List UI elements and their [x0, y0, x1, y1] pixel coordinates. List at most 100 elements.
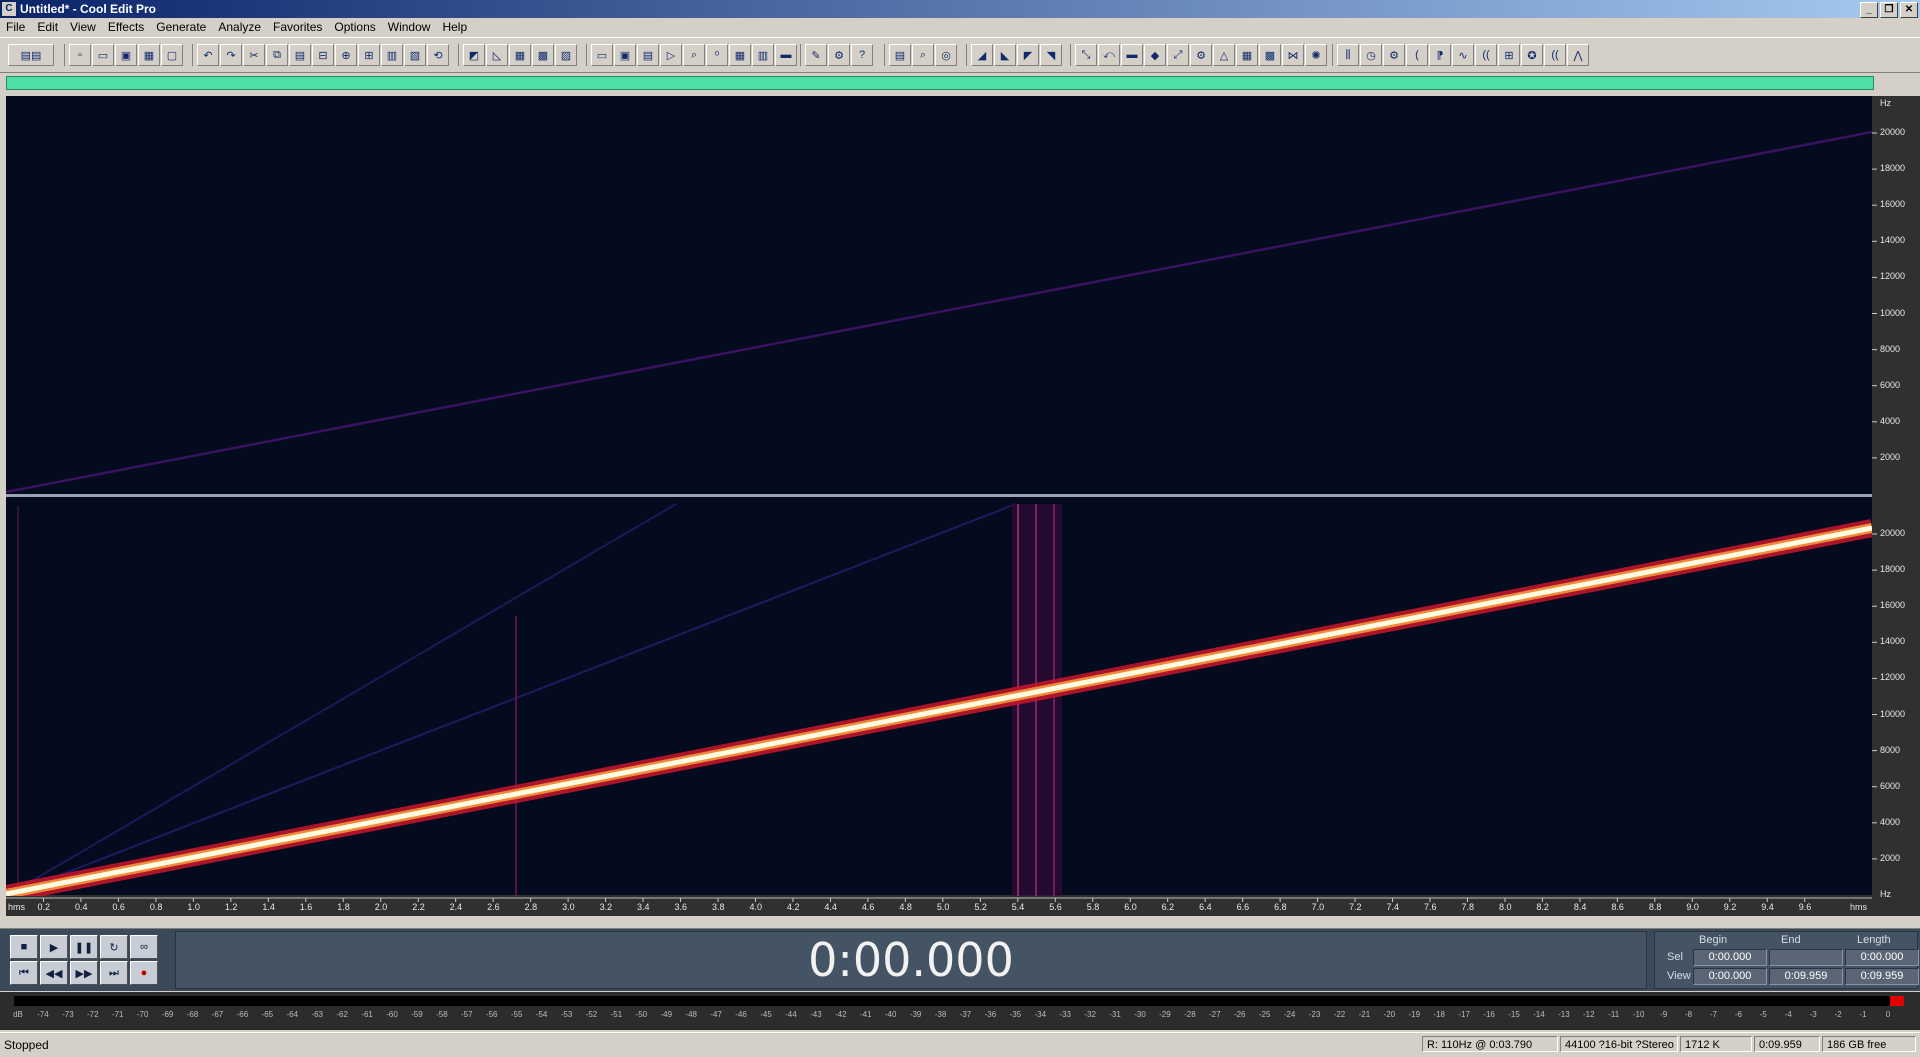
view-length-field[interactable]: 0:09.959 [1845, 968, 1919, 985]
minimize-button[interactable]: _ [1860, 2, 1878, 18]
dynamics-icon[interactable]: ◆ [1144, 44, 1166, 66]
menu-options[interactable]: Options [328, 18, 381, 37]
time-tick-label: 9.0 [1686, 902, 1699, 912]
find-icon[interactable]: ⌕ [912, 44, 934, 66]
pitch-icon[interactable]: ⚙ [1190, 44, 1212, 66]
cue-list-icon[interactable]: ▭ [591, 44, 613, 66]
pause-button[interactable]: ❚❚ [70, 935, 98, 959]
menu-analyze[interactable]: Analyze [212, 18, 267, 37]
menu-file[interactable]: File [0, 18, 31, 37]
menu-generate[interactable]: Generate [150, 18, 212, 37]
trim-icon[interactable]: ⊟ [312, 44, 334, 66]
phase-view-icon[interactable]: ▨ [555, 44, 577, 66]
zoom-selection-icon[interactable]: ▤ [637, 44, 659, 66]
distortion-icon[interactable]: (( [1475, 44, 1497, 66]
close-button[interactable]: ✕ [1900, 2, 1918, 18]
zoom-full-icon[interactable]: ▣ [614, 44, 636, 66]
pan-view-icon[interactable]: ▩ [532, 44, 554, 66]
sel-begin-field[interactable]: 0:00.000 [1693, 949, 1767, 966]
graphic-eq-icon[interactable]: ⊞ [1498, 44, 1520, 66]
filter-icon[interactable]: ✺ [1305, 44, 1327, 66]
scan-icon[interactable]: ◎ [935, 44, 957, 66]
info-icon[interactable]: ▬ [775, 44, 797, 66]
flanger-icon[interactable]: ⁋ [1429, 44, 1451, 66]
meter-icon[interactable]: ▥ [752, 44, 774, 66]
eq-icon[interactable]: ⫼ [1337, 44, 1359, 66]
copy-icon[interactable]: ⧉ [266, 44, 288, 66]
brainwave-icon[interactable]: ✪ [1521, 44, 1543, 66]
sel-length-field[interactable]: 0:00.000 [1845, 949, 1919, 966]
waveform-view-icon[interactable]: ◺ [486, 44, 508, 66]
delay-icon[interactable]: ◷ [1360, 44, 1382, 66]
paste-icon[interactable]: ▤ [289, 44, 311, 66]
echo-icon[interactable]: ( [1406, 44, 1428, 66]
envelope-icon[interactable]: ◣ [994, 44, 1016, 66]
time-format-icon[interactable]: ⁰ [706, 44, 728, 66]
clipboard-icon[interactable]: ▥ [381, 44, 403, 66]
notch-filter-icon[interactable]: ⋀ [1567, 44, 1589, 66]
spectrogram-canvas[interactable] [6, 96, 1920, 916]
close-file-icon[interactable]: ▢ [161, 44, 183, 66]
go-to-end-button[interactable]: ⏭ [100, 961, 128, 985]
loop-button[interactable]: ∞ [130, 935, 158, 959]
menu-effects[interactable]: Effects [102, 18, 150, 37]
multitrack-toggle-icon[interactable]: ▤▤ [8, 44, 54, 66]
hiss-icon[interactable]: ⋈ [1282, 44, 1304, 66]
open-folder-icon[interactable]: ▭ [92, 44, 114, 66]
play-button[interactable]: ▶ [40, 935, 68, 959]
redo-icon[interactable]: ↷ [220, 44, 242, 66]
restore-button[interactable]: ❐ [1880, 2, 1898, 18]
level-meter[interactable] [14, 996, 1904, 1006]
reverse-icon[interactable]: ⤺ [1098, 44, 1120, 66]
normalize-icon[interactable]: ◤ [1017, 44, 1039, 66]
chorus-icon[interactable]: ∿ [1452, 44, 1474, 66]
toolbar-group-help: ✎ ⚙ ? [800, 44, 873, 66]
noise-reduction-icon[interactable]: ▦ [1236, 44, 1258, 66]
menu-help[interactable]: Help [436, 18, 473, 37]
undo-icon[interactable]: ↶ [197, 44, 219, 66]
save-all-icon[interactable]: ▦ [138, 44, 160, 66]
menu-window[interactable]: Window [382, 18, 437, 37]
sweeping-phaser-icon[interactable]: (( [1544, 44, 1566, 66]
play-to-end-button[interactable]: ↻ [100, 935, 128, 959]
amplify-icon[interactable]: ◢ [971, 44, 993, 66]
zoom-icon[interactable]: ⌕ [683, 44, 705, 66]
bend-icon[interactable]: △ [1213, 44, 1235, 66]
invert-icon[interactable]: ⤡ [1075, 44, 1097, 66]
app-icon[interactable]: C [2, 2, 16, 16]
stop-button[interactable]: ■ [10, 935, 38, 959]
sel-end-field[interactable] [1769, 949, 1843, 966]
cut-icon[interactable]: ✂ [243, 44, 265, 66]
click-pop-icon[interactable]: ▩ [1259, 44, 1281, 66]
menu-favorites[interactable]: Favorites [267, 18, 328, 37]
fast-forward-button[interactable]: ▶▶ [70, 961, 98, 985]
save-icon[interactable]: ▣ [115, 44, 137, 66]
mix-paste-icon[interactable]: ⊕ [335, 44, 357, 66]
stretch-icon[interactable]: ⤢ [1167, 44, 1189, 66]
go-to-start-button[interactable]: ⏮ [10, 961, 38, 985]
fade-icon[interactable]: ◥ [1040, 44, 1062, 66]
grid-view-icon[interactable]: ▦ [509, 44, 531, 66]
snap-icon[interactable]: ▦ [729, 44, 751, 66]
convert-icon[interactable]: ⟲ [427, 44, 449, 66]
batch-icon[interactable]: ⚙ [828, 44, 850, 66]
spectral-view-icon[interactable]: ◩ [463, 44, 485, 66]
script-icon[interactable]: ✎ [805, 44, 827, 66]
view-begin-field[interactable]: 0:00.000 [1693, 968, 1767, 985]
copy-new-icon[interactable]: ▧ [404, 44, 426, 66]
view-end-field[interactable]: 0:09.959 [1769, 968, 1843, 985]
new-file-icon[interactable]: ▫ [69, 44, 91, 66]
silence-icon[interactable]: ▬ [1121, 44, 1143, 66]
menu-view[interactable]: View [64, 18, 102, 37]
peak-indicator[interactable] [1890, 996, 1904, 1006]
paste-new-icon[interactable]: ⊞ [358, 44, 380, 66]
frequency-analysis-icon[interactable]: ▤ [889, 44, 911, 66]
play-selection-icon[interactable]: ▷ [660, 44, 682, 66]
record-button[interactable]: ● [130, 961, 158, 985]
reverb-icon[interactable]: ⚙ [1383, 44, 1405, 66]
overview-range-bar[interactable] [6, 76, 1874, 90]
rewind-button[interactable]: ◀◀ [40, 961, 68, 985]
menu-edit[interactable]: Edit [31, 18, 64, 37]
spectral-view[interactable]: Hz Hz 20000 18000 16000 14000 12000 1000… [6, 96, 1920, 916]
help-icon[interactable]: ? [851, 44, 873, 66]
